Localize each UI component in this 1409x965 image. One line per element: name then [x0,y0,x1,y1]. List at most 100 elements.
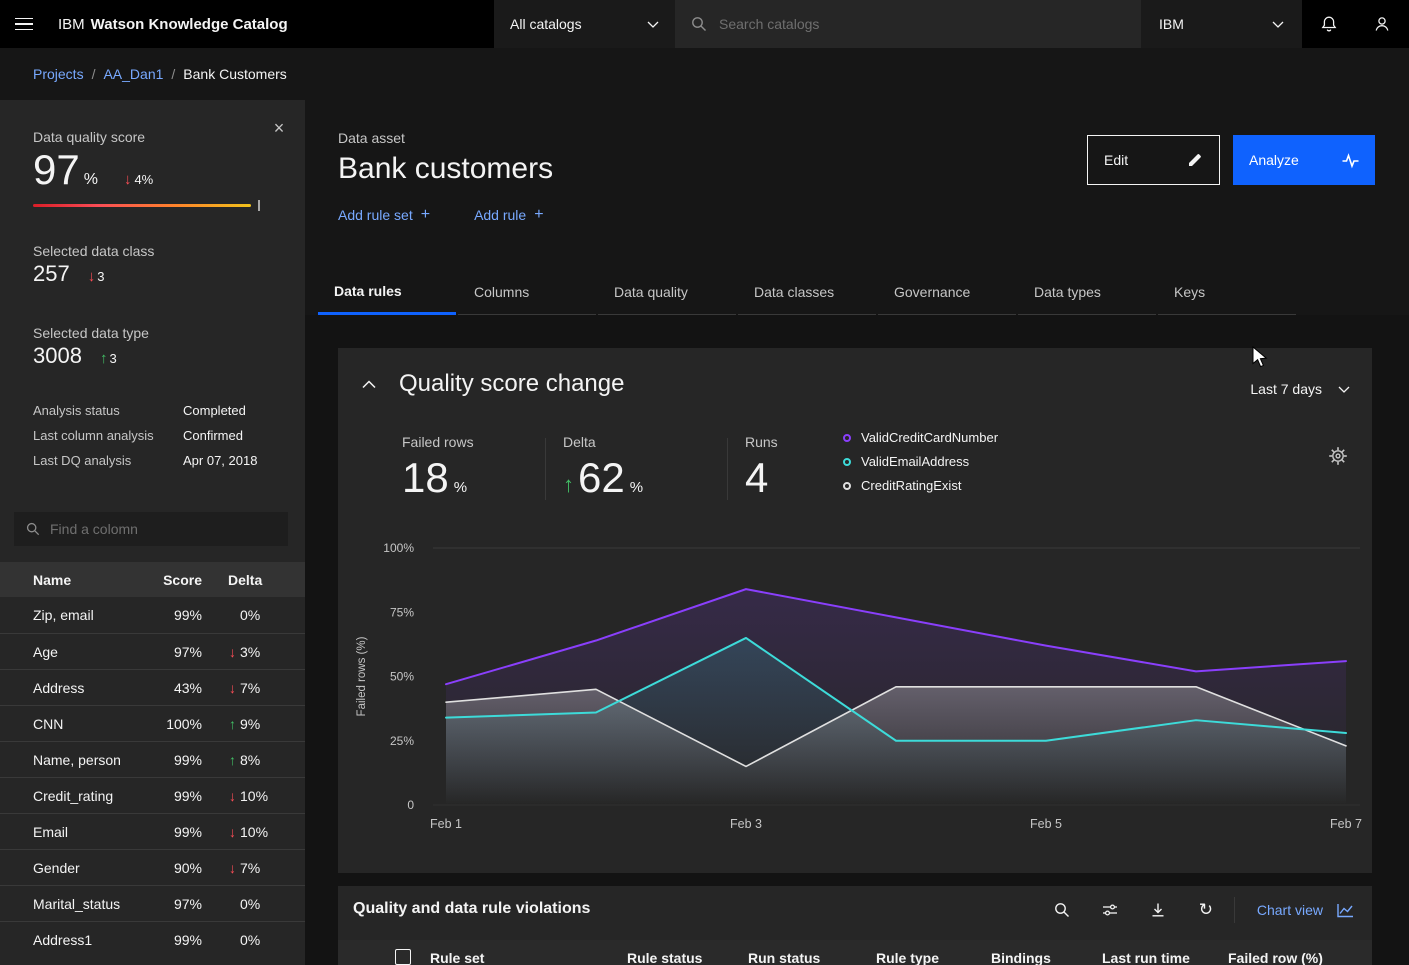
column-row-address1[interactable]: Address199%↓0% [0,921,305,957]
legend-item-validemailaddress[interactable]: ValidEmailAddress [843,454,998,469]
column-delta: ↓10% [229,814,268,849]
columns-table-rows: Zip, email99%↓0%Age97%↓3%Address43%↓7%CN… [0,597,305,957]
tab-data-types[interactable]: Data types [1018,270,1156,315]
column-row-gender[interactable]: Gender90%↓7% [0,849,305,885]
user-icon [1373,15,1391,33]
filter-button[interactable] [1086,886,1134,934]
legend-item-creditratingexist[interactable]: CreditRatingExist [843,478,998,493]
chevron-down-icon [1272,21,1284,28]
tab-data-quality[interactable]: Data quality [598,270,736,315]
column-score: 97% [140,896,202,912]
column-name: Marital_status [33,896,120,912]
asset-eyebrow: Data asset [338,130,405,146]
menu-button[interactable] [0,0,48,48]
find-column-input[interactable] [50,521,276,537]
gradient-marker [258,200,260,211]
chevron-down-icon [1338,386,1350,393]
svg-text:Feb 5: Feb 5 [1030,817,1062,831]
svg-text:Feb 1: Feb 1 [430,817,462,831]
delta-value: 0% [240,607,260,623]
find-column-search [14,512,288,546]
delta-value: 10% [240,788,268,804]
page: IBM Watson Knowledge Catalog All catalog… [0,0,1409,965]
arrow-down-icon: ↓ [229,680,236,696]
violations-column-header-rule-type: Rule type [876,950,939,965]
data-class-label: Selected data class [33,243,154,259]
chart-settings-button[interactable] [1328,446,1350,468]
column-score: 97% [140,644,202,660]
arrow-down-icon: ↓ [229,644,236,660]
column-score: 90% [140,860,202,876]
column-row-cnn[interactable]: CNN100%↑9% [0,705,305,741]
tab-data-classes[interactable]: Data classes [738,270,876,315]
filter-sliders-icon [1102,902,1118,918]
rule-violations-card: Quality and data rule violations ↻ Chart… [338,886,1372,965]
column-row-age[interactable]: Age97%↓3% [0,633,305,669]
tab-governance[interactable]: Governance [878,270,1016,315]
column-row-email[interactable]: Email99%↓10% [0,813,305,849]
column-score: 99% [140,607,202,623]
column-row-marital-status[interactable]: Marital_status 97% ↓0% [0,885,305,921]
tab-keys[interactable]: Keys [1158,270,1296,315]
arrow-up-icon: ↑ [100,350,108,367]
legend-label: ValidEmailAddress [861,454,969,469]
column-name: Zip, email [33,607,94,623]
plus-icon: + [534,206,543,224]
column-delta: ↑9% [229,706,260,741]
tab-bar: Data rulesColumnsData qualityData classe… [318,270,1298,315]
main-content: Data asset Bank customers Add rule set +… [305,100,1409,965]
breadcrumb-project[interactable]: AA_Dan1 [103,66,163,82]
column-row-address[interactable]: Address43%↓7% [0,669,305,705]
add-rule-link[interactable]: Add rule + [474,206,544,224]
tab-data-rules[interactable]: Data rules [318,270,456,315]
collapse-section-button[interactable] [362,380,378,392]
plus-icon: + [421,206,430,224]
column-row-credit-rating[interactable]: Credit_rating99%↓10% [0,777,305,813]
brand-prefix: IBM [58,16,85,33]
detail-analysis-status: Analysis status Completed [33,403,283,418]
gear-icon [1328,446,1348,466]
select-all-checkbox[interactable] [395,949,411,965]
reset-icon[interactable]: ↻ [1182,886,1230,934]
violations-toolbar: ↻ Chart view [1038,886,1372,934]
download-button[interactable] [1134,886,1182,934]
quality-score-unit: % [84,171,98,189]
breadcrumb-projects[interactable]: Projects [33,66,84,82]
analyze-button[interactable]: Analyze [1233,135,1375,185]
column-header-delta: Delta [228,572,262,588]
catalog-dropdown[interactable]: All catalogs [494,0,675,48]
arrow-down-icon: ↓ [124,171,132,188]
column-name: Name, person [33,752,121,768]
arrow-down-icon: ↓ [88,268,96,285]
violations-column-header-run-status: Run status [748,950,820,965]
time-range-dropdown[interactable]: Last 7 days [1250,381,1350,397]
legend-item-validcreditcardnumber[interactable]: ValidCreditCardNumber [843,430,998,445]
user-profile-button[interactable] [1355,0,1409,48]
arrow-down-icon: ↓ [229,860,236,876]
tab-columns[interactable]: Columns [458,270,596,315]
edit-button[interactable]: Edit [1087,135,1220,185]
column-row-zip-email[interactable]: Zip, email99%↓0% [0,597,305,633]
search-button[interactable] [1038,886,1086,934]
close-icon[interactable]: × [267,116,291,140]
violations-column-header-bindings: Bindings [991,950,1051,965]
quality-score-value: 97 % ↓ 4% [33,146,153,194]
account-dropdown[interactable]: IBM [1141,0,1302,48]
chart-view-toggle[interactable]: Chart view [1239,886,1372,934]
column-name: CNN [33,716,63,732]
bell-icon [1320,15,1338,33]
notifications-button[interactable] [1302,0,1355,48]
search-input[interactable] [719,16,1125,32]
column-delta: ↓0% [229,886,260,921]
quality-score-line-chart: 100%75%50%25%0Failed rows (%)Feb 1Feb 3F… [338,348,1372,873]
search-icon [1054,902,1070,918]
violations-column-header-failed-row: Failed row (%) [1228,950,1323,965]
add-rule-set-link[interactable]: Add rule set + [338,206,430,224]
delta-value: 0% [240,932,260,948]
column-delta: ↓7% [229,850,260,885]
detail-last-dq-analysis: Last DQ analysis Apr 07, 2018 [33,453,283,468]
column-delta: ↓10% [229,778,268,813]
legend-label: CreditRatingExist [861,478,961,493]
column-row-name-person[interactable]: Name, person99%↑8% [0,741,305,777]
quality-score-change-card: 100%75%50%25%0Failed rows (%)Feb 1Feb 3F… [338,348,1372,873]
